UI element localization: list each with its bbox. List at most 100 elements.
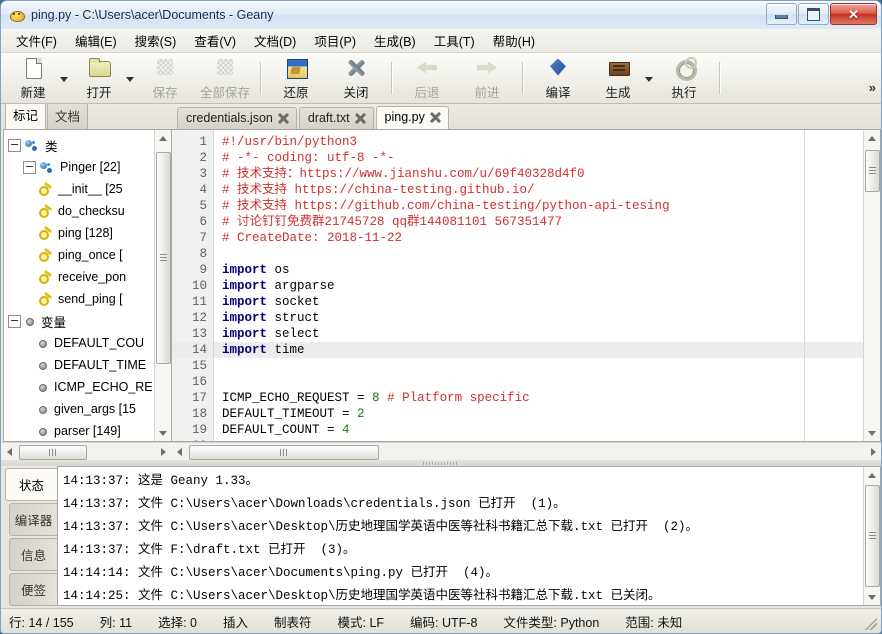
scroll-down-button[interactable] xyxy=(864,589,880,605)
tree-node-variables[interactable]: 变量 xyxy=(4,310,154,332)
scroll-down-button[interactable] xyxy=(155,425,171,441)
tree-node-icmp-echo-request[interactable]: ICMP_ECHO_RE xyxy=(4,376,154,398)
scroll-right-button[interactable] xyxy=(865,444,881,460)
editor-vertical-scrollbar[interactable] xyxy=(863,130,880,441)
editor-tab-draft-txt[interactable]: draft.txt xyxy=(299,107,374,129)
close-doc-button[interactable]: 关闭 xyxy=(326,55,386,101)
forward-button[interactable]: 前进 xyxy=(457,55,517,101)
code-editor[interactable]: 1 2 3 4 5 6 7 8 9 10 11 12 13 xyxy=(171,129,881,442)
revert-button[interactable]: 还原 xyxy=(266,55,326,101)
editor-tab-credentials-json[interactable]: credentials.json xyxy=(177,107,297,129)
scroll-thumb[interactable] xyxy=(865,150,880,192)
status-bar: 行: 14 / 155 列: 11 选择: 0 插入 制表符 模式: LF 编码… xyxy=(1,608,881,633)
sidebar-vertical-scrollbar[interactable] xyxy=(154,130,171,441)
tab-close-icon[interactable] xyxy=(430,112,441,123)
menu-edit[interactable]: 编辑(E) xyxy=(66,28,126,53)
tree-node-default-timeout[interactable]: DEFAULT_TIME xyxy=(4,354,154,376)
scroll-thumb[interactable] xyxy=(865,485,880,587)
scroll-track[interactable] xyxy=(864,483,880,589)
grip-icon xyxy=(280,449,288,456)
menu-tools[interactable]: 工具(T) xyxy=(425,28,484,53)
triangle-right-icon xyxy=(161,448,166,456)
save-button[interactable]: 保存 xyxy=(135,55,195,101)
scroll-thumb[interactable] xyxy=(156,152,171,364)
line-number: 10 xyxy=(172,278,213,294)
editor-horizontal-scrollbar[interactable] xyxy=(171,442,881,460)
maximize-icon xyxy=(807,8,820,21)
tree-node-send-ping[interactable]: send_ping [ xyxy=(4,288,154,310)
tree-node-ping-once[interactable]: ping_once [ xyxy=(4,244,154,266)
tree-node-default-count[interactable]: DEFAULT_COU xyxy=(4,332,154,354)
collapse-icon[interactable] xyxy=(8,315,21,328)
scroll-right-button[interactable] xyxy=(155,444,171,460)
resize-grip-icon[interactable] xyxy=(865,618,877,630)
save-all-button[interactable]: 全部保存 xyxy=(195,55,255,101)
scroll-thumb[interactable] xyxy=(19,445,87,460)
sidebar-tab-symbols[interactable]: 标记 xyxy=(5,101,46,129)
menu-view[interactable]: 查看(V) xyxy=(185,28,245,53)
scroll-track[interactable] xyxy=(864,146,880,425)
arrow-left-icon xyxy=(415,56,439,80)
menu-build[interactable]: 生成(B) xyxy=(365,28,425,53)
menu-file[interactable]: 文件(F) xyxy=(7,28,66,53)
tab-close-icon[interactable] xyxy=(355,113,366,124)
minimize-button[interactable] xyxy=(766,3,797,25)
tree-node-ping[interactable]: ping [128] xyxy=(4,222,154,244)
tree-node-do-checksum[interactable]: do_checksu xyxy=(4,200,154,222)
triangle-down-icon xyxy=(868,595,876,600)
minimize-icon xyxy=(775,15,788,19)
sidebar-tab-documents[interactable]: 文档 xyxy=(47,102,88,129)
menu-document[interactable]: 文档(D) xyxy=(245,28,305,53)
editor-tab-ping-py[interactable]: ping.py xyxy=(376,106,449,129)
toolbar-overflow-button[interactable]: » xyxy=(869,80,875,95)
scroll-up-button[interactable] xyxy=(864,130,880,146)
tree-node-pinger[interactable]: Pinger [22] xyxy=(4,156,154,178)
tree-node-receive-pong[interactable]: receive_pon xyxy=(4,266,154,288)
symbol-tree[interactable]: 类 Pinger [22] __init__ [25 xyxy=(4,130,154,441)
message-tab-status[interactable]: 状态 xyxy=(5,468,57,501)
tree-node-classes[interactable]: 类 xyxy=(4,134,154,156)
tree-node-init[interactable]: __init__ [25 xyxy=(4,178,154,200)
sidebar-horizontal-scrollbar[interactable] xyxy=(1,442,171,460)
collapse-icon[interactable] xyxy=(8,139,21,152)
status-log-scrollbar[interactable] xyxy=(863,467,880,605)
execute-button[interactable]: 执行 xyxy=(654,55,714,101)
symbol-tree-wrap: 类 Pinger [22] __init__ [25 xyxy=(3,129,171,442)
scroll-track[interactable] xyxy=(155,146,171,425)
scroll-down-button[interactable] xyxy=(864,425,880,441)
menu-search[interactable]: 搜索(S) xyxy=(126,28,186,53)
menu-project[interactable]: 项目(P) xyxy=(305,28,365,53)
tree-node-parser[interactable]: parser [149] xyxy=(4,420,154,441)
collapse-icon[interactable] xyxy=(23,161,36,174)
build-icon xyxy=(606,56,630,80)
message-tab-messages[interactable]: 信息 xyxy=(9,538,57,571)
tree-label: DEFAULT_TIME xyxy=(54,358,146,372)
code-main[interactable]: 1 2 3 4 5 6 7 8 9 10 11 12 13 xyxy=(172,130,863,441)
toolbar-separator xyxy=(391,62,392,94)
compile-button-label: 编译 xyxy=(545,82,570,101)
compile-button[interactable]: 编译 xyxy=(528,55,588,101)
status-log[interactable]: 14:13:37: 这是 Geany 1.33。 14:13:37: 文件 C:… xyxy=(57,466,881,606)
message-tab-compiler[interactable]: 编译器 xyxy=(9,503,57,536)
back-button[interactable]: 后退 xyxy=(397,55,457,101)
scroll-up-button[interactable] xyxy=(864,467,880,483)
open-button[interactable]: 打开 xyxy=(69,55,129,101)
tree-node-given-args[interactable]: given_args [15 xyxy=(4,398,154,420)
maximize-button[interactable] xyxy=(798,3,829,25)
menu-help[interactable]: 帮助(H) xyxy=(484,28,544,53)
message-wrap: 状态 编译器 信息 便签 14:13:37: 这是 Geany 1.33。 14… xyxy=(1,466,881,608)
new-button[interactable]: 新建 xyxy=(3,55,63,101)
scroll-track[interactable] xyxy=(17,444,155,460)
close-button[interactable]: ✕ xyxy=(830,3,877,25)
message-tab-scribble[interactable]: 便签 xyxy=(9,573,57,606)
build-button[interactable]: 生成 xyxy=(588,55,648,101)
scroll-thumb[interactable] xyxy=(189,445,379,460)
scroll-track[interactable] xyxy=(187,444,865,460)
triangle-left-icon xyxy=(7,448,12,456)
scroll-left-button[interactable] xyxy=(1,444,17,460)
triangle-up-icon xyxy=(159,136,167,141)
code-text[interactable]: #!/usr/bin/python3 # -*- coding: utf-8 -… xyxy=(214,130,863,441)
scroll-left-button[interactable] xyxy=(171,444,187,460)
scroll-up-button[interactable] xyxy=(155,130,171,146)
tab-close-icon[interactable] xyxy=(278,113,289,124)
